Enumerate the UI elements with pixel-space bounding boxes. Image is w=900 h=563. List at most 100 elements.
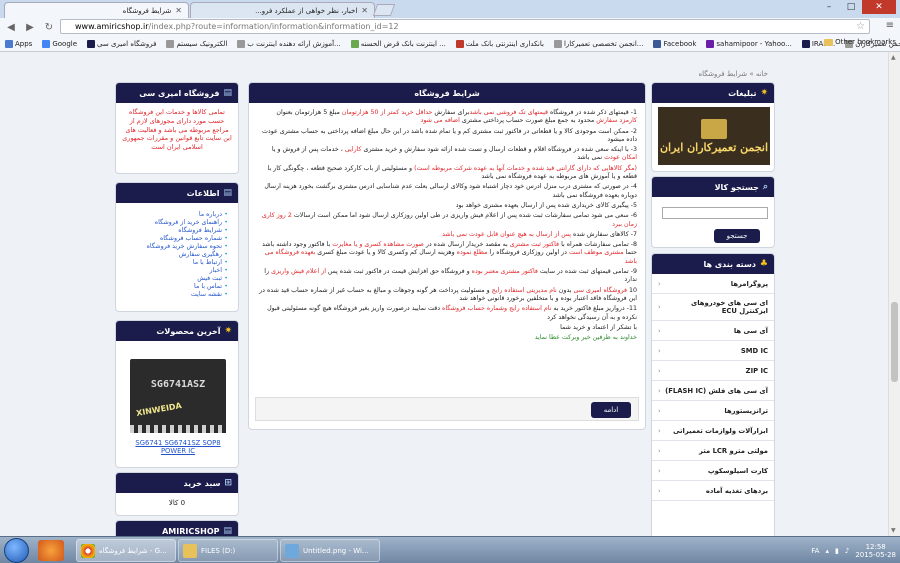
bookmark-forum[interactable]: انجمن تخصصی تعمیرکارا... xyxy=(549,39,649,48)
category-label: مولتی مترو LCR متر xyxy=(699,446,768,455)
firefox-icon[interactable] xyxy=(38,540,64,561)
bookmark-amiricshop[interactable]: فروشگاه امیری سی xyxy=(82,39,161,48)
forward-arrow-icon[interactable]: ▶ xyxy=(22,19,38,35)
product-link[interactable]: SG6741 SG6741SZ SOP8 POWER IC xyxy=(122,439,234,455)
tab-news[interactable]: ✕ اخبار، نظر خواهی از عملکرد فرو... xyxy=(190,2,375,18)
info-link[interactable]: راهنمای خرید از فروشگاه xyxy=(126,219,228,227)
product-image[interactable]: SG6741ASZ XINWEIDA xyxy=(130,359,226,433)
start-button-icon[interactable] xyxy=(4,538,29,563)
info-link[interactable]: ثبت فیش xyxy=(126,275,228,283)
terms-paragraph: 4- در صورتی که مشتری درب منزل ادرس خود د… xyxy=(257,183,637,200)
category-item[interactable]: کارت اسیلوسکوپ ‹ xyxy=(652,461,774,481)
volume-icon[interactable]: ♪ xyxy=(845,547,849,555)
info-link[interactable]: رهگیری سفارش xyxy=(126,251,228,259)
google-icon xyxy=(42,39,51,48)
page-scrollbar[interactable]: ▲ ▼ xyxy=(888,52,900,536)
category-item[interactable]: SMD IC ‹ xyxy=(652,341,774,361)
search-panel: جستجو کالا ⌕ جستجو xyxy=(651,176,775,248)
bookmark-facebook[interactable]: Facebook xyxy=(648,39,701,48)
taskbar-paint[interactable]: Untitled.png - Wi... xyxy=(280,539,380,562)
bookmark-bank-mellat[interactable]: بانکداری اینترنتی بانک ملت xyxy=(451,39,549,48)
tab-store-terms[interactable]: ✕ شرایط فروشگاه xyxy=(4,2,189,18)
minimize-icon[interactable]: – xyxy=(818,0,840,14)
bank-icon xyxy=(350,39,359,48)
bookmark-bank-qarz[interactable]: اینترنت بانک قرض الحسنه ... xyxy=(346,39,451,48)
bookmark-yahoo[interactable]: sahamipoor - Yahoo... xyxy=(701,39,796,48)
bookmark-electronic[interactable]: الکترونیک سیستم xyxy=(161,39,232,48)
category-item[interactable]: ZIP IC ‹ xyxy=(652,361,774,381)
continue-button[interactable]: ادامه xyxy=(591,402,631,418)
ads-banner[interactable]: انجمن تعمیرکاران ایران xyxy=(658,107,770,165)
chrome-icon xyxy=(81,543,95,558)
arrow-icon: ‹ xyxy=(658,279,661,288)
other-bookmarks-label: Other bookmarks xyxy=(835,38,896,46)
store-panel: فروشگاه امیری سی ▤ تمامی کالاها و خدمات … xyxy=(115,82,239,174)
category-item[interactable]: پروگرامرها ‹ xyxy=(652,274,774,294)
network-icon[interactable]: ▮ xyxy=(835,547,839,555)
category-item[interactable]: بردهای تغذیه آماده ‹ xyxy=(652,481,774,501)
search-input[interactable] xyxy=(662,207,768,219)
terms-paragraph: 2- ممکن است موجودی کالا و یا قطعاتی در ف… xyxy=(257,128,637,145)
highlighted-text: خداوند به طرفین خیر وبرکت عطا نماید xyxy=(534,334,637,342)
tab-close-icon[interactable]: ✕ xyxy=(361,6,368,15)
taskbar-explorer[interactable]: FILES (D:) xyxy=(178,539,278,562)
forum-emblem-icon xyxy=(701,118,727,139)
scroll-thumb[interactable] xyxy=(891,302,898,382)
language-indicator[interactable]: FA xyxy=(811,547,819,555)
category-item[interactable]: آی سی ها ‹ xyxy=(652,321,774,341)
info-link[interactable]: شماره حساب فروشگاه xyxy=(126,235,228,243)
facebook-icon xyxy=(653,39,662,48)
bookmark-star-icon[interactable]: ☆ xyxy=(856,21,865,32)
category-item[interactable]: ای سی های خودروهای ایزکنترل ECU ‹ xyxy=(652,294,774,321)
category-item[interactable]: ترانزیستورها ‹ xyxy=(652,401,774,421)
bookmark-apps[interactable]: Apps xyxy=(0,39,37,48)
highlighted-text: کارایی xyxy=(344,146,362,154)
store-header: فروشگاه امیری سی ▤ xyxy=(116,83,238,103)
bookmark-label: sahamipoor - Yahoo... xyxy=(716,39,792,48)
book-icon: ▤ xyxy=(223,188,232,198)
scroll-down-icon[interactable]: ▼ xyxy=(891,527,896,534)
page-icon xyxy=(237,39,246,48)
book-icon: ▤ xyxy=(223,88,232,98)
info-link[interactable]: ارتباط با ما xyxy=(126,259,228,267)
category-label: کارت اسیلوسکوپ xyxy=(707,466,768,475)
category-label: ZIP IC xyxy=(745,366,768,375)
search-button[interactable]: جستجو xyxy=(714,229,760,243)
bookmark-google[interactable]: Google xyxy=(37,39,82,48)
scroll-up-icon[interactable]: ▲ xyxy=(891,54,896,61)
terms-paragraph: 7- کالاهای سفارش شده پس از ارسال به هیچ … xyxy=(257,231,637,239)
sun-icon: ✷ xyxy=(760,88,768,98)
clock[interactable]: 12:58 2015-05-28 xyxy=(855,543,896,560)
shop-panel: AMIRICSHOP ▤ xyxy=(115,520,239,536)
page-title: شرایط فروشگاه xyxy=(414,88,480,98)
maximize-icon[interactable]: □ xyxy=(840,0,862,14)
back-arrow-icon[interactable]: ◀ xyxy=(3,19,19,35)
terms-text: 1- قیمتهای ذکر شده در فروشگاه قیمتهای تک… xyxy=(249,103,645,350)
info-link[interactable]: درباره ما xyxy=(126,211,228,219)
tray-up-icon[interactable]: ▴ xyxy=(825,547,829,555)
arrow-icon: ‹ xyxy=(658,486,661,495)
chrome-menu-icon[interactable]: ≡ xyxy=(886,20,894,31)
reload-icon[interactable]: ↻ xyxy=(41,19,57,35)
highlighted-text: فروشگاه امیری سی xyxy=(573,286,627,294)
taskbar-chrome[interactable]: شرایط فروشگاه - G... xyxy=(76,539,176,562)
arrow-icon: ‹ xyxy=(658,326,661,335)
new-tab-button[interactable] xyxy=(372,4,396,16)
close-window-icon[interactable]: ✕ xyxy=(862,0,896,14)
category-item[interactable]: آی سی های فلش (FLASH IC) ‹ xyxy=(652,381,774,401)
address-bar[interactable]: www.amiricshop.ir/index.php?route=inform… xyxy=(60,19,870,34)
info-link[interactable]: اخبار xyxy=(126,267,228,275)
folder-icon xyxy=(183,543,197,558)
cart-count[interactable]: 0 کالا xyxy=(116,493,238,507)
category-label: پروگرامرها xyxy=(730,279,768,288)
latest-products-panel: آخرین محصولات ✷ SG6741ASZ XINWEIDA SG674… xyxy=(115,320,239,468)
bookmark-isp[interactable]: آموزش ارائه دهنده اینترنت ب... xyxy=(232,39,345,48)
categories-panel: دسته بندی ها ♣ پروگرامرها ‹ ای سی های خود… xyxy=(651,253,775,536)
category-item[interactable]: مولتی مترو LCR متر ‹ xyxy=(652,441,774,461)
tab-close-icon[interactable]: ✕ xyxy=(175,6,182,15)
info-link[interactable]: تماس با ما xyxy=(126,283,228,291)
info-link[interactable]: نقشه سایت xyxy=(126,291,228,299)
other-bookmarks[interactable]: Other bookmarks xyxy=(824,38,896,46)
category-item[interactable]: ابزارآلات ولوازمات تعمیراتی ‹ xyxy=(652,421,774,441)
info-link[interactable]: شرایط فروشگاه xyxy=(126,227,228,235)
